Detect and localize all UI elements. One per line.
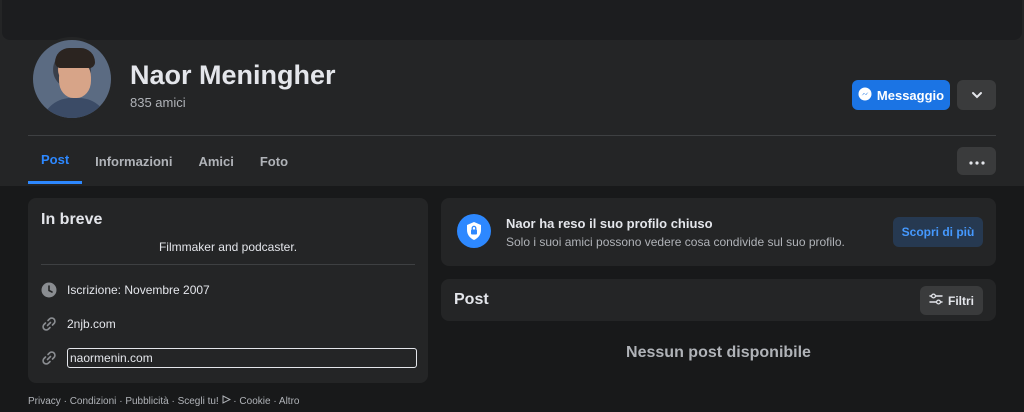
- link-icon: [41, 316, 57, 332]
- intro-divider: [41, 264, 415, 265]
- footer-separator: ·: [119, 396, 123, 407]
- joined-text: Iscrizione: Novembre 2007: [67, 283, 210, 297]
- message-button[interactable]: Messaggio: [852, 80, 950, 110]
- more-options-button[interactable]: [957, 147, 996, 175]
- tab-foto[interactable]: Foto: [247, 138, 301, 184]
- header-divider: [28, 135, 996, 136]
- profile-name: Naor Meningher: [130, 60, 336, 90]
- private-notice-title: Naor ha reso il suo profilo chiuso: [506, 216, 713, 231]
- ad-choices-icon: [222, 395, 231, 407]
- ellipsis-icon: [968, 152, 985, 170]
- filters-button[interactable]: Filtri: [920, 286, 983, 315]
- posts-header-card: Post Filtri: [441, 279, 996, 321]
- footer-separator: ·: [233, 396, 237, 407]
- footer-ads[interactable]: Pubblicità: [125, 396, 168, 407]
- tab-post[interactable]: Post: [28, 138, 83, 184]
- footer-privacy[interactable]: Privacy: [28, 396, 61, 407]
- website-row-2[interactable]: naormenin.com: [41, 348, 417, 368]
- chevron-down-icon: [971, 86, 983, 104]
- messenger-icon: [858, 87, 872, 104]
- website-row-1[interactable]: 2njb.com: [41, 316, 116, 332]
- cover-photo[interactable]: [2, 0, 1022, 40]
- footer-separator: ·: [63, 396, 67, 407]
- filters-label: Filtri: [948, 293, 974, 308]
- avatar-hair: [55, 48, 95, 68]
- website-link-2-text: naormenin.com: [70, 351, 153, 365]
- friends-count[interactable]: 835 amici: [130, 95, 186, 110]
- footer-cookie[interactable]: Cookie: [239, 396, 270, 407]
- shield-lock-icon: [457, 214, 491, 248]
- private-profile-notice: Naor ha reso il suo profilo chiuso Solo …: [441, 198, 996, 266]
- sliders-icon: [929, 293, 943, 308]
- link-icon: [41, 350, 57, 366]
- footer-more[interactable]: Altro: [279, 396, 300, 407]
- no-posts-message: Nessun post disponibile: [626, 344, 811, 361]
- tab-informazioni[interactable]: Informazioni: [82, 138, 185, 184]
- intro-title: In breve: [41, 211, 103, 228]
- footer-separator: ·: [273, 396, 277, 407]
- profile-tabs: Post Informazioni Amici Foto: [28, 138, 301, 184]
- profile-options-button[interactable]: [957, 80, 996, 110]
- learn-more-button[interactable]: Scopri di più: [893, 217, 983, 247]
- posts-title: Post: [454, 291, 489, 308]
- footer-links: Privacy · Condizioni · Pubblicità · Sceg…: [28, 395, 299, 407]
- intro-bio: Filmmaker and podcaster.: [158, 240, 298, 254]
- website-link-1[interactable]: 2njb.com: [67, 317, 116, 331]
- message-button-label: Messaggio: [876, 87, 945, 103]
- footer-ad-choices[interactable]: Scegli tu!: [178, 396, 219, 407]
- intro-card: In breve Filmmaker and podcaster. Iscriz…: [28, 198, 428, 383]
- avatar-shirt: [41, 98, 109, 118]
- footer-terms[interactable]: Condizioni: [70, 396, 117, 407]
- clock-icon: [41, 282, 57, 298]
- tab-amici[interactable]: Amici: [185, 138, 246, 184]
- profile-avatar[interactable]: [30, 37, 114, 121]
- website-link-2[interactable]: naormenin.com: [67, 348, 417, 368]
- footer-separator: ·: [171, 396, 175, 407]
- private-notice-subtitle: Solo i suoi amici possono vedere cosa co…: [506, 235, 845, 249]
- joined-row: Iscrizione: Novembre 2007: [41, 282, 210, 298]
